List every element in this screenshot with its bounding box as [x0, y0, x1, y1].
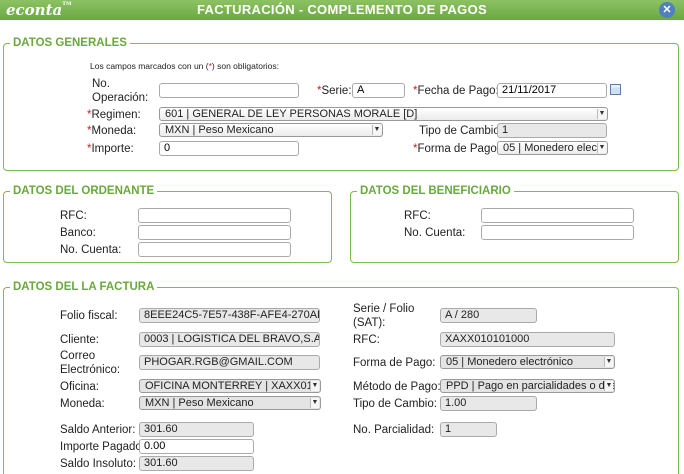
- beneficiario-cuenta-label: No. Cuenta:: [404, 227, 466, 239]
- serie-folio-label-2: (SAT):: [353, 317, 386, 329]
- ordenante-banco-input[interactable]: [138, 225, 291, 240]
- chevron-down-icon: ▼: [310, 381, 319, 391]
- factura-tipo-cambio-label: Tipo de Cambio:: [353, 398, 437, 410]
- ordenante-banco-label: Banco:: [60, 227, 96, 239]
- serie-folio-label: Serie / Folio: [353, 303, 415, 315]
- beneficiario-rfc-label: RFC:: [404, 210, 431, 222]
- factura-moneda-select: MXN | Peso Mexicano ▼: [139, 396, 321, 410]
- ordenante-rfc-label: RFC:: [60, 210, 87, 222]
- saldo-anterior-input: 301.60: [139, 422, 254, 437]
- no-operacion-label: No.: [92, 78, 110, 90]
- forma-pago-select[interactable]: 05 | Monedero elec ▼: [497, 141, 608, 155]
- ordenante-rfc-input[interactable]: [138, 208, 291, 223]
- window-title: FACTURACIÓN - COMPLEMENTO DE PAGOS: [197, 2, 487, 17]
- importe-label: *Importe:: [87, 143, 134, 155]
- correo-input: PHOGAR.RGB@GMAIL.COM: [139, 355, 320, 370]
- correo-label: Correo: [60, 350, 96, 362]
- forma-pago-label: *Forma de Pago:: [413, 143, 500, 155]
- serie-label: *Serie:: [317, 85, 352, 97]
- cliente-input: 0003 | LOGISTICA DEL BRAVO,S.A.D: [139, 332, 320, 347]
- importe-input[interactable]: 0: [159, 141, 299, 156]
- chevron-down-icon: ▼: [604, 381, 613, 391]
- datos-generales-legend: DATOS GENERALES: [10, 36, 130, 50]
- fecha-pago-input[interactable]: 21/11/2017: [497, 83, 607, 98]
- importe-pagado-input[interactable]: 0.00: [139, 439, 254, 454]
- factura-rfc-input: XAXX010101000: [440, 332, 615, 347]
- tipo-cambio-label: Tipo de Cambio:: [419, 125, 503, 137]
- chevron-down-icon: ▼: [597, 109, 606, 119]
- no-operacion-input[interactable]: [159, 83, 299, 98]
- folio-fiscal-input: 8EEE24C5-7E57-438F-AFE4-270AD16: [139, 308, 320, 323]
- factura-forma-pago-select: 05 | Monedero electrónico ▼: [440, 355, 615, 369]
- chevron-down-icon: ▼: [310, 398, 319, 408]
- calendar-icon[interactable]: [610, 84, 621, 95]
- saldo-anterior-label: Saldo Anterior:: [60, 424, 136, 436]
- cliente-label: Cliente:: [60, 334, 99, 346]
- regimen-select[interactable]: 601 | GENERAL DE LEY PERSONAS MORALE [D]…: [159, 107, 608, 121]
- metodo-pago-select: PPD | Pago en parcialidades o dife ▼: [440, 379, 615, 393]
- serie-folio-input: A / 280: [440, 308, 537, 323]
- close-icon[interactable]: ✕: [659, 2, 675, 18]
- serie-input[interactable]: A: [352, 83, 405, 98]
- ordenante-cuenta-label: No. Cuenta:: [60, 244, 122, 256]
- correo-label-2: Electrónico:: [60, 364, 121, 376]
- chevron-down-icon: ▼: [604, 357, 613, 367]
- folio-fiscal-label: Folio fiscal:: [60, 310, 118, 322]
- metodo-pago-label: Método de Pago:: [353, 381, 441, 393]
- tipo-cambio-input: 1: [497, 123, 607, 138]
- ordenante-legend: DATOS DEL ORDENANTE: [10, 184, 158, 198]
- beneficiario-cuenta-input[interactable]: [481, 225, 634, 240]
- ordenante-cuenta-input[interactable]: [138, 242, 291, 257]
- factura-moneda-label: Moneda:: [60, 398, 105, 410]
- saldo-insoluto-label: Saldo Insoluto:: [60, 458, 137, 470]
- required-note: Los campos marcados con un (*) son oblig…: [90, 61, 279, 71]
- importe-pagado-label: Importe Pagado:: [60, 441, 146, 453]
- oficina-select: OFICINA MONTERREY | XAXX010 ▼: [139, 379, 321, 393]
- fecha-pago-label: *Fecha de Pago:: [413, 85, 499, 97]
- moneda-label: *Moneda:: [87, 125, 137, 137]
- factura-forma-pago-label: Forma de Pago:: [353, 357, 436, 369]
- moneda-select[interactable]: MXN | Peso Mexicano ▼: [159, 123, 383, 137]
- oficina-label: Oficina:: [60, 381, 99, 393]
- factura-rfc-label: RFC:: [353, 334, 380, 346]
- chevron-down-icon: ▼: [597, 143, 606, 153]
- title-bar: econtaTM FACTURACIÓN - COMPLEMENTO DE PA…: [0, 0, 684, 20]
- factura-legend: DATOS DEL LA FACTURA: [10, 280, 158, 294]
- parcialidad-label: No. Parcialidad:: [353, 424, 435, 436]
- chevron-down-icon: ▼: [372, 125, 381, 135]
- beneficiario-rfc-input[interactable]: [481, 208, 634, 223]
- saldo-insoluto-input: 301.60: [139, 456, 254, 471]
- no-operacion-label-2: Operación:: [92, 92, 149, 104]
- regimen-label: *Regimen:: [87, 109, 141, 121]
- factura-tipo-cambio-input: 1.00: [440, 396, 537, 411]
- parcialidad-input: 1: [440, 422, 497, 437]
- beneficiario-legend: DATOS DEL BENEFICIARIO: [357, 184, 514, 198]
